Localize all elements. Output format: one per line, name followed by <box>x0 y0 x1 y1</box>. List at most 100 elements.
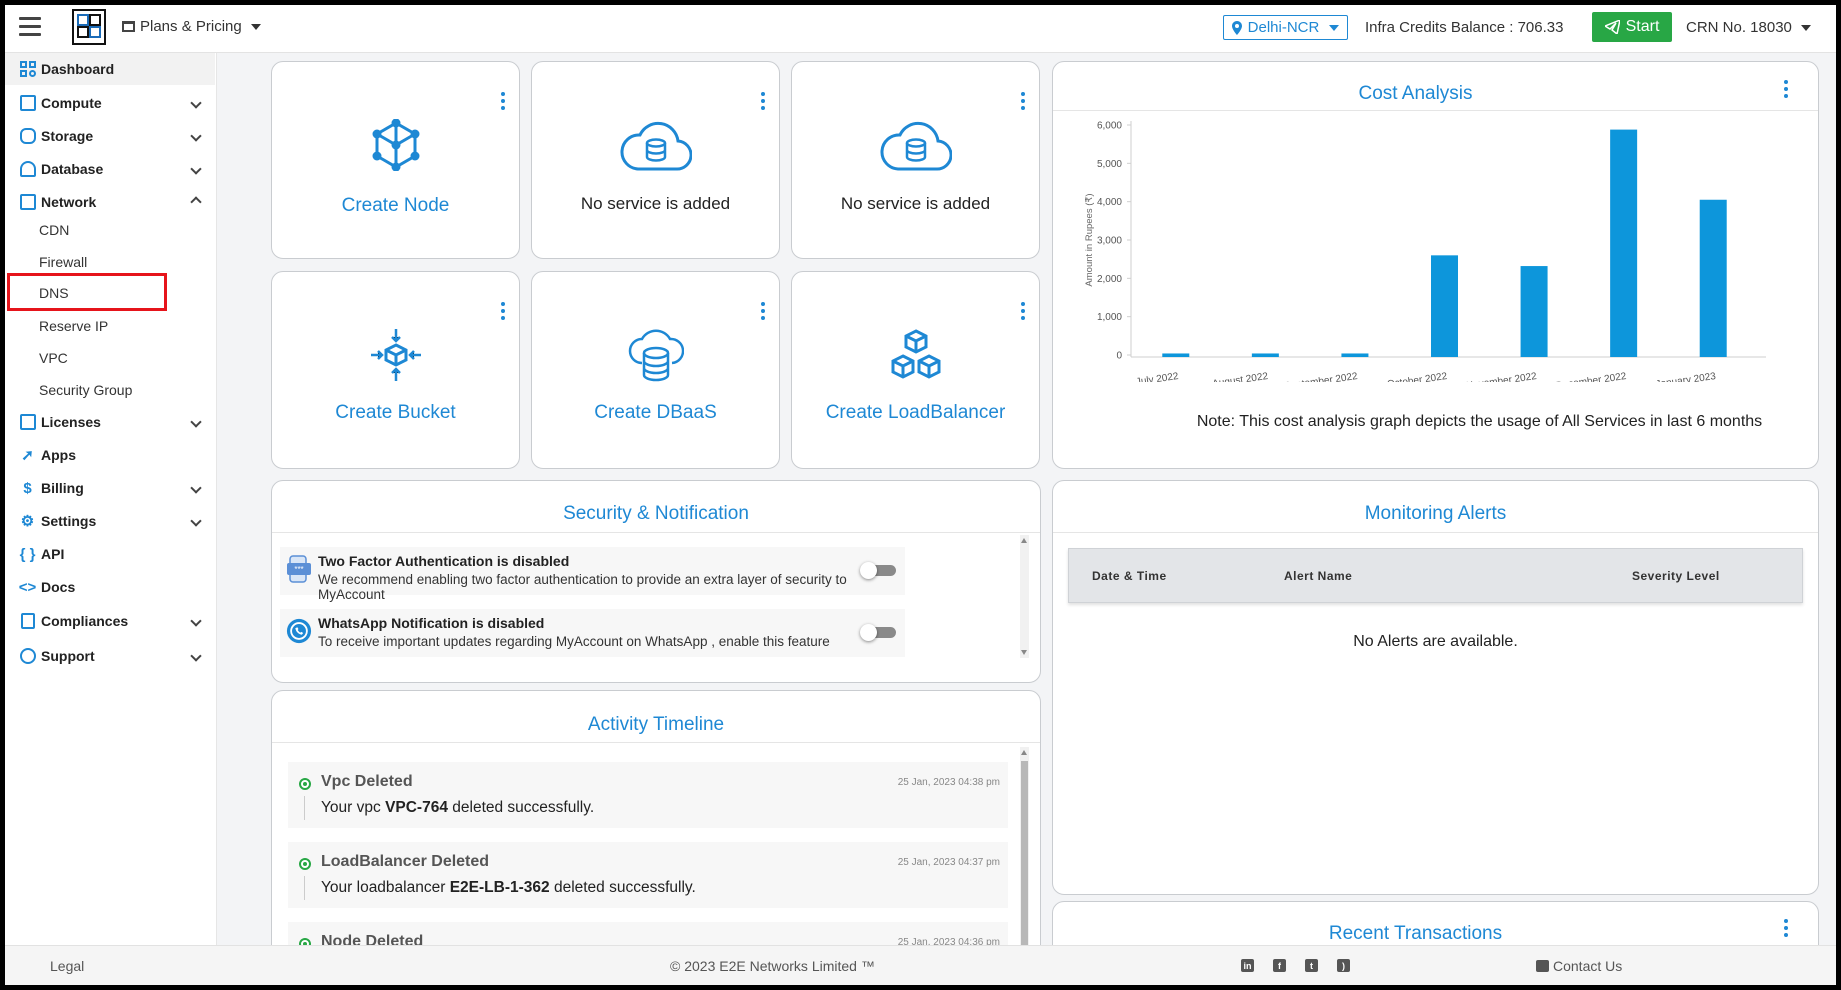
scroll-down-icon[interactable] <box>1021 650 1027 655</box>
dashboard-icon <box>18 60 37 79</box>
scroll-up-icon[interactable] <box>1021 538 1027 543</box>
more-options-icon[interactable] <box>761 302 765 320</box>
sidebar-item-compute[interactable]: Compute <box>5 87 215 119</box>
crn-account-menu[interactable]: CRN No. 18030 <box>1686 19 1811 36</box>
security-notification-title: Security & Notification <box>563 503 749 524</box>
more-options-icon[interactable] <box>1784 80 1788 98</box>
plans-pricing-label: Plans & Pricing <box>140 18 242 35</box>
sidebar-item-support[interactable]: Support <box>5 640 215 672</box>
sidebar-item-apps[interactable]: ➚ Apps <box>5 439 215 471</box>
x-tick-label: November 2022 <box>1465 371 1537 382</box>
sidebar-item-billing[interactable]: $ Billing <box>5 472 215 504</box>
code-icon: <> <box>18 578 37 596</box>
service-card-create-node[interactable]: Create Node <box>271 61 520 259</box>
facebook-icon[interactable]: f <box>1273 959 1286 972</box>
more-options-icon[interactable] <box>761 92 765 110</box>
create-node-label: Create Node <box>341 195 450 216</box>
y-tick-label: 5,000 <box>1097 159 1122 170</box>
sidebar-subitem-cdn[interactable]: CDN <box>39 222 69 238</box>
bucket-cube-icon <box>370 329 421 381</box>
two-factor-toggle[interactable] <box>860 562 898 579</box>
chevron-down-icon <box>190 515 202 527</box>
database-cloud-icon <box>18 160 37 179</box>
y-tick-label: 3,000 <box>1097 236 1122 247</box>
y-tick-label: 0 <box>1116 351 1122 362</box>
activity-timeline-title: Activity Timeline <box>587 714 725 735</box>
caret-down-icon <box>250 23 261 30</box>
activity-timeline-panel: Activity Timeline Vpc Deleted 25 Jan, 20… <box>271 690 1041 985</box>
sidebar-item-licenses[interactable]: Licenses <box>5 406 215 438</box>
y-tick-label: 4,000 <box>1097 197 1122 208</box>
sidebar-subitem-dns[interactable]: DNS <box>39 285 69 301</box>
phone-icon <box>1536 960 1549 972</box>
activity-item: Vpc Deleted 25 Jan, 2023 04:38 pm Your v… <box>288 762 1008 828</box>
y-tick-label: 6,000 <box>1097 121 1122 132</box>
service-card-create-dbaas[interactable]: Create DBaaS <box>531 271 780 469</box>
x-tick-label: August 2022 <box>1212 371 1270 382</box>
two-factor-desc: We recommend enabling two factor authent… <box>318 572 847 602</box>
sidebar-subitem-reserve-ip[interactable]: Reserve IP <box>39 318 108 334</box>
column-date-time[interactable]: Date & Time <box>1092 569 1167 583</box>
sidebar-item-api[interactable]: { } API <box>5 538 215 570</box>
status-dot-icon <box>299 858 311 870</box>
e2e-logo[interactable] <box>72 9 106 45</box>
linkedin-icon[interactable]: in <box>1241 959 1254 972</box>
whatsapp-title: WhatsApp Notification is disabled <box>318 615 545 631</box>
scroll-up-icon[interactable] <box>1021 750 1027 755</box>
whatsapp-toggle[interactable] <box>860 624 898 641</box>
security-scrollbar[interactable] <box>1020 535 1029 658</box>
x-tick-label: October 2022 <box>1386 371 1448 382</box>
activity-scrollbar[interactable] <box>1020 747 1029 957</box>
caret-down-icon <box>1800 24 1811 31</box>
cloud-database-icon <box>620 121 692 171</box>
rss-icon[interactable]: ) <box>1337 959 1350 972</box>
menu-icon[interactable] <box>19 17 41 37</box>
legal-link[interactable]: Legal <box>50 958 84 974</box>
sidebar-item-settings[interactable]: ⚙ Settings <box>5 505 215 537</box>
footer: Legal © 2023 E2E Networks Limited ™ in f… <box>5 945 1836 985</box>
sidebar-item-docs[interactable]: <> Docs <box>5 571 215 603</box>
y-axis-label: Amount in Rupees (₹) <box>1084 193 1095 286</box>
security-notification-panel: Security & Notification *** Two Factor A… <box>271 480 1041 683</box>
no-service-label: No service is added <box>580 194 731 213</box>
service-card-create-bucket[interactable]: Create Bucket <box>271 271 520 469</box>
column-severity-level[interactable]: Severity Level <box>1632 569 1720 583</box>
billing-icon: $ <box>23 479 32 497</box>
cost-analysis-note: Note: This cost analysis graph depicts t… <box>1196 413 1763 430</box>
sidebar-item-network[interactable]: Network <box>5 186 215 218</box>
start-label: Start <box>1625 18 1660 35</box>
region-selector[interactable]: Delhi-NCR <box>1223 15 1348 40</box>
chevron-down-icon <box>190 615 202 627</box>
sidebar-subitem-firewall[interactable]: Firewall <box>39 254 87 270</box>
top-header: Plans & Pricing Delhi-NCR Infra Credits … <box>5 5 1836 53</box>
contact-us-link[interactable]: Contact Us <box>1553 958 1622 974</box>
more-options-icon[interactable] <box>501 92 505 110</box>
twitter-icon[interactable]: t <box>1305 959 1318 972</box>
divider <box>272 532 1040 533</box>
cloud-db-icon <box>628 329 684 382</box>
sidebar-item-compliances[interactable]: Compliances <box>5 605 215 637</box>
scroll-thumb[interactable] <box>1021 761 1028 946</box>
chevron-down-icon <box>190 650 202 662</box>
service-card-create-loadbalancer[interactable]: Create LoadBalancer <box>791 271 1040 469</box>
column-alert-name[interactable]: Alert Name <box>1284 569 1352 583</box>
divider <box>1053 532 1818 533</box>
sidebar-item-dashboard[interactable]: Dashboard <box>5 53 215 85</box>
more-options-icon[interactable] <box>1021 302 1025 320</box>
start-button[interactable]: Start <box>1592 12 1672 42</box>
whatsapp-icon <box>286 618 312 644</box>
sidebar-subitem-vpc[interactable]: VPC <box>39 350 68 366</box>
gear-icon: ⚙ <box>20 513 35 530</box>
more-options-icon[interactable] <box>1784 919 1788 937</box>
storage-icon <box>18 127 37 146</box>
network-icon <box>18 193 37 212</box>
sidebar-subitem-security-group[interactable]: Security Group <box>39 382 132 398</box>
recent-transactions-title: Recent Transactions <box>1328 923 1503 944</box>
more-options-icon[interactable] <box>1021 92 1025 110</box>
plans-pricing-menu[interactable]: Plans & Pricing <box>122 18 261 35</box>
sidebar-item-database[interactable]: Database <box>5 153 215 185</box>
caret-down-icon <box>1329 24 1340 31</box>
more-options-icon[interactable] <box>501 302 505 320</box>
sidebar-item-storage[interactable]: Storage <box>5 120 215 152</box>
no-alerts-message: No Alerts are available. <box>1353 633 1518 650</box>
